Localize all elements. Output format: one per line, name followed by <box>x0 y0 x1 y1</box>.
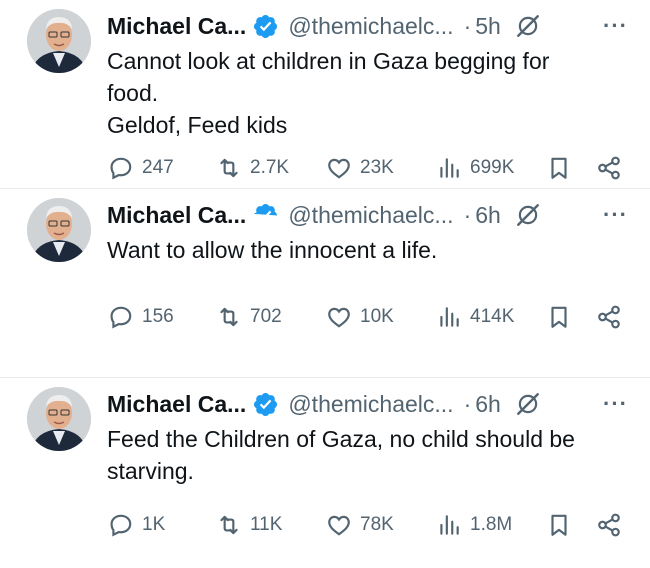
share-icon <box>598 156 620 180</box>
separator: · <box>463 201 472 228</box>
action-bar: 1K 11K 78K 1.8M <box>108 510 624 540</box>
repost-count: 702 <box>250 306 282 327</box>
bookmark-button[interactable] <box>546 153 572 183</box>
views-icon <box>440 307 459 327</box>
repost-button[interactable]: 11K <box>216 510 282 540</box>
tweet[interactable]: Michael Ca... @themichaelc... · 6h ··· F… <box>0 378 650 567</box>
bookmark-icon <box>551 157 567 179</box>
repost-icon <box>220 307 238 327</box>
separator: · <box>463 12 472 39</box>
bookmark-button[interactable] <box>546 510 572 540</box>
tweet-text-line: starving. <box>107 458 194 484</box>
author-handle[interactable]: @themichaelc... <box>288 202 453 229</box>
views-count: 699K <box>470 157 515 178</box>
share-icon <box>598 305 620 329</box>
action-bar: 156 702 10K 414K <box>108 302 624 332</box>
reply-count: 1K <box>142 514 166 535</box>
author-name[interactable]: Michael Ca... <box>107 13 246 40</box>
reply-icon <box>110 514 132 537</box>
views-button[interactable]: 414K <box>436 302 514 332</box>
tweet-header: Michael Ca... @themichaelc... · 5h ··· <box>107 11 628 41</box>
views-icon <box>440 515 459 535</box>
tweet-header: Michael Ca... @themichaelc... · 6h ··· <box>107 200 628 230</box>
verified-badge-icon[interactable] <box>252 13 279 40</box>
avatar[interactable] <box>27 9 91 73</box>
tweet-text: Want to allow the innocent a life. <box>107 234 627 266</box>
grok-icon[interactable] <box>515 13 541 39</box>
tweet-text-line: Geldof, Feed kids <box>107 112 288 138</box>
avatar-photo <box>27 198 91 262</box>
reply-count: 247 <box>142 157 174 178</box>
reply-icon <box>110 306 132 329</box>
tweet-text-line: Feed the Children of Gaza, no child shou… <box>107 426 575 452</box>
reply-button[interactable]: 247 <box>108 153 174 183</box>
timestamp[interactable]: 6h <box>475 391 501 418</box>
tweet-text: Cannot look at children in Gaza begging … <box>107 45 627 141</box>
timestamp[interactable]: 6h <box>475 202 501 229</box>
reply-button[interactable]: 156 <box>108 302 174 332</box>
tweet-header: Michael Ca... @themichaelc... · 6h ··· <box>107 389 628 419</box>
like-count: 78K <box>360 514 394 535</box>
views-icon <box>440 158 459 178</box>
repost-icon <box>220 515 238 535</box>
tweet[interactable]: Michael Ca... @themichaelc... · 5h ··· C… <box>0 0 650 189</box>
separator: · <box>463 390 472 417</box>
reply-icon <box>110 157 132 180</box>
like-icon <box>328 307 350 328</box>
timeline: Michael Ca... @themichaelc... · 5h ··· C… <box>0 0 650 567</box>
author-name[interactable]: Michael Ca... <box>107 391 246 418</box>
views-count: 1.8M <box>470 514 513 535</box>
tweet-text-line: food. <box>107 80 159 106</box>
avatar-photo <box>27 9 91 73</box>
tweet-text: Feed the Children of Gaza, no child shou… <box>107 423 627 487</box>
like-button[interactable]: 10K <box>326 302 394 332</box>
avatar[interactable] <box>27 198 91 262</box>
like-count: 10K <box>360 306 394 327</box>
timestamp[interactable]: 5h <box>475 13 501 40</box>
tweet-text-line: Want to allow the innocent a life. <box>107 237 438 263</box>
more-icon[interactable]: ··· <box>603 202 628 228</box>
verified-badge-icon[interactable] <box>252 391 279 418</box>
repost-icon <box>220 158 238 178</box>
like-button[interactable]: 23K <box>326 153 394 183</box>
reply-button[interactable]: 1K <box>108 510 165 540</box>
bookmark-icon <box>551 514 567 536</box>
share-button[interactable] <box>596 302 622 332</box>
author-handle[interactable]: @themichaelc... <box>288 13 453 40</box>
like-icon <box>328 158 350 179</box>
author-handle[interactable]: @themichaelc... <box>288 391 453 418</box>
verified-badge-icon[interactable] <box>252 202 279 229</box>
views-button[interactable]: 699K <box>436 153 514 183</box>
more-icon[interactable]: ··· <box>603 13 628 39</box>
views-button[interactable]: 1.8M <box>436 510 512 540</box>
tweet-text-line: Cannot look at children in Gaza begging … <box>107 48 550 74</box>
bookmark-icon <box>551 306 567 328</box>
avatar-photo <box>27 387 91 451</box>
repost-button[interactable]: 702 <box>216 302 282 332</box>
grok-icon[interactable] <box>515 391 541 417</box>
bookmark-button[interactable] <box>546 302 572 332</box>
grok-icon[interactable] <box>515 202 541 228</box>
like-icon <box>328 515 350 536</box>
more-icon[interactable]: ··· <box>603 391 628 417</box>
like-button[interactable]: 78K <box>326 510 394 540</box>
author-name[interactable]: Michael Ca... <box>107 202 246 229</box>
share-icon <box>598 513 620 537</box>
tweet[interactable]: Michael Ca... @themichaelc... · 6h ··· W… <box>0 189 650 378</box>
views-count: 414K <box>470 306 515 327</box>
avatar[interactable] <box>27 387 91 451</box>
share-button[interactable] <box>596 510 622 540</box>
repost-button[interactable]: 2.7K <box>216 153 289 183</box>
repost-count: 2.7K <box>250 157 290 178</box>
like-count: 23K <box>360 157 394 178</box>
share-button[interactable] <box>596 153 622 183</box>
action-bar: 247 2.7K 23K 699K <box>108 153 624 183</box>
repost-count: 11K <box>250 514 283 535</box>
reply-count: 156 <box>142 306 174 327</box>
